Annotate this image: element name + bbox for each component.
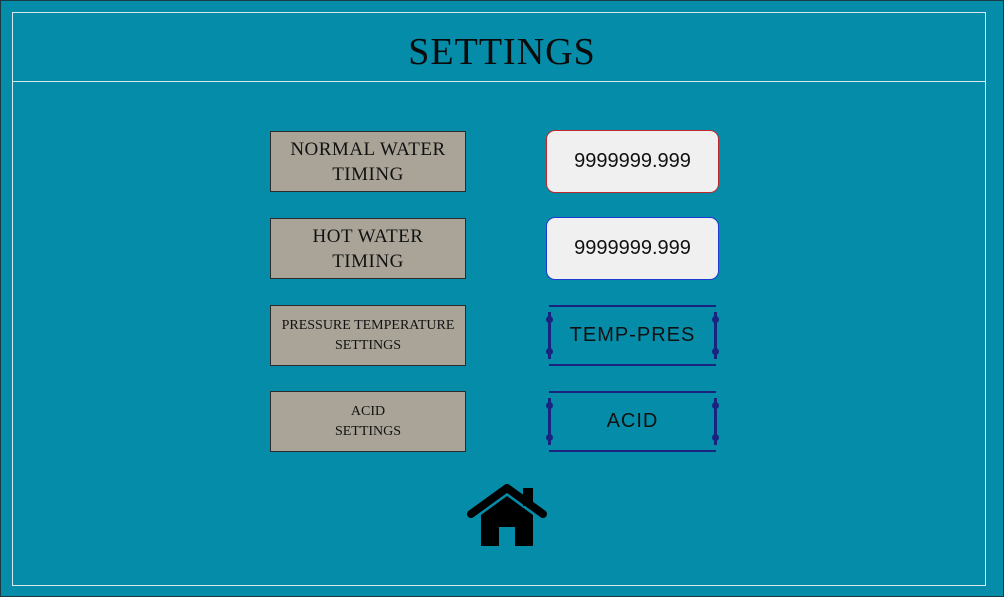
label-pressure-temperature-settings: PRESSURE TEMPERATURE SETTINGS (270, 305, 466, 366)
header-divider (12, 81, 986, 82)
home-icon-graphic (467, 484, 547, 546)
normal-water-timing-input[interactable]: 9999999.999 (546, 130, 719, 193)
hot-water-timing-input[interactable]: 9999999.999 (546, 217, 719, 280)
home-icon[interactable] (466, 482, 548, 548)
label-acid-settings: ACID SETTINGS (270, 391, 466, 452)
page-title: SETTINGS (408, 31, 596, 73)
temp-pres-button[interactable]: TEMP-PRES (546, 305, 719, 366)
label-hot-water-timing: HOT WATER TIMING (270, 218, 466, 279)
acid-button-label: ACID (606, 410, 659, 432)
label-normal-water-timing: NORMAL WATER TIMING (270, 131, 466, 192)
acid-button[interactable]: ACID (546, 391, 719, 452)
temp-pres-button-label: TEMP-PRES (569, 324, 696, 346)
